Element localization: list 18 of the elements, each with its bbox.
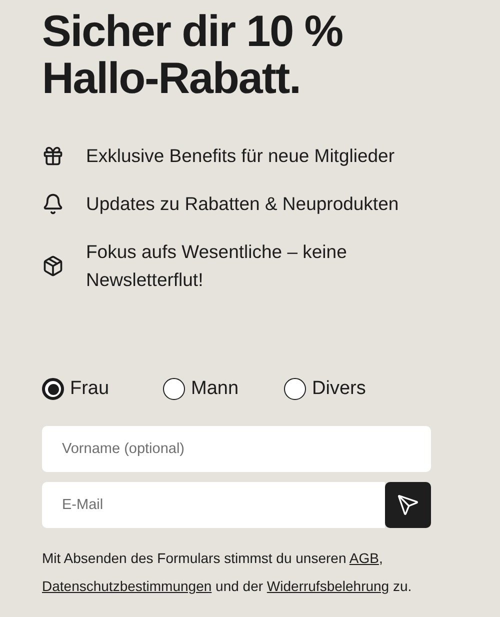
gift-icon <box>42 145 64 167</box>
first-name-field[interactable]: Vorname (optional) <box>42 426 431 472</box>
bell-icon <box>42 193 64 215</box>
benefit-text: Updates zu Rabatten & Neuprodukten <box>86 192 400 216</box>
headline: Sicher dir 10 % Hallo-Rabatt. <box>42 8 344 102</box>
consent-link[interactable]: Datenschutzbestimmungen <box>42 578 212 594</box>
send-button[interactable] <box>385 482 431 528</box>
salutation-radio[interactable]: Frau <box>42 378 163 400</box>
consent-link[interactable]: Widerrufsbelehrung <box>266 578 390 594</box>
benefit-text: Fokus aufs Wesentliche – keine Newsletterflut! <box>86 240 348 292</box>
salutation-radio[interactable]: Divers <box>284 378 405 400</box>
consent-text: Mit Absenden des Formulars stimmst du unseren AGB, Datenschutzbestimmungen und der Widerrufsbelehrung zu. <box>42 549 413 596</box>
send-icon <box>397 494 419 516</box>
salutation-radio[interactable]: Mann <box>163 378 284 400</box>
consent-link[interactable]: AGB <box>349 550 379 566</box>
benefit-text: Exklusive Benefits für neue Mitglieder <box>86 144 396 168</box>
box-icon <box>42 255 64 277</box>
email-field[interactable]: E-Mail <box>42 482 385 528</box>
